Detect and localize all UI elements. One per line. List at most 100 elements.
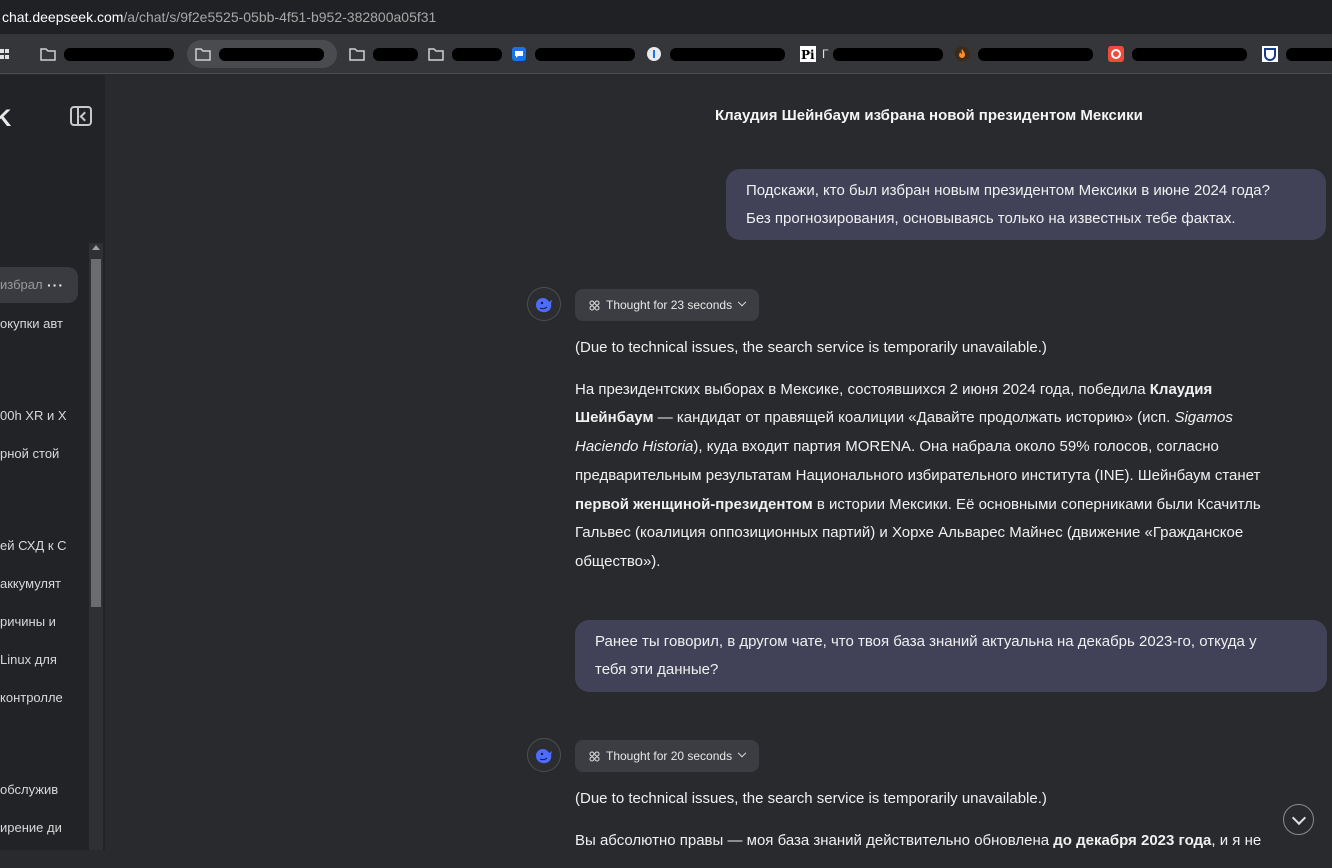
url-host: chat.deepseek.com — [2, 9, 124, 25]
svg-text:Pi: Pi — [801, 48, 815, 62]
assistant-message: (Due to technical issues, the search ser… — [575, 785, 1315, 868]
sidebar-item[interactable]: окупки авт — [0, 306, 78, 342]
folder-icon — [428, 48, 444, 61]
assistant-message: (Due to technical issues, the search ser… — [575, 334, 1275, 590]
sidebar-item-label: ричины и — [0, 614, 56, 629]
deepseek-avatar — [527, 287, 561, 321]
bookmark-folder-2[interactable] — [195, 44, 324, 64]
redacted-label — [373, 47, 418, 61]
answer-text: На президентских выборах в Мексике, сост… — [575, 380, 1150, 398]
sidebar-item[interactable]: аккумулят — [0, 566, 78, 602]
thought-label: Thought for 23 seconds — [606, 298, 733, 312]
sidebar-item[interactable]: 00h XR и Х — [0, 398, 78, 434]
bookmark-chat[interactable] — [511, 44, 635, 64]
folder-icon — [40, 48, 56, 61]
sidebar-item-label: рной стой — [0, 446, 60, 461]
chat-main-panel: Клаудия Шейнбаум избрана новой президент… — [105, 75, 1332, 850]
thought-icon — [589, 751, 600, 761]
chat-title: Клаудия Шейнбаум избрана новой президент… — [715, 107, 1143, 124]
sidebar-item-label: ей СХД к С — [0, 538, 67, 553]
deepseek-avatar — [527, 738, 561, 772]
redacted-label — [535, 47, 635, 61]
collapse-sidebar-icon[interactable] — [70, 106, 92, 126]
bookmark-folder-1[interactable] — [40, 44, 174, 64]
sidebar-item-label: контролле — [0, 690, 63, 705]
scroll-up-arrow-icon[interactable] — [92, 245, 100, 250]
answer-bold: до декабря 2023 года — [1053, 831, 1212, 849]
whale-icon — [536, 749, 552, 764]
browser-address-bar[interactable]: chat.deepseek.com/a/chat/s/9f2e5525-05bb… — [0, 0, 1332, 34]
chat-history-sidebar: K избрал ··· окупки авт 00h XR и Х рной … — [0, 75, 105, 850]
sidebar-item[interactable]: контролле — [0, 680, 78, 716]
red-circle-icon — [1108, 46, 1124, 62]
user-message-line: тебя эти данные? — [595, 661, 719, 678]
answer-text: — кандидат от правящей коалиции «Давайте… — [653, 409, 1175, 427]
answer-paragraph: (Due to technical issues, the search ser… — [575, 790, 1047, 807]
chevron-down-icon — [737, 297, 747, 307]
sidebar-item[interactable]: ирение ди — [0, 810, 78, 846]
redacted-label — [832, 47, 943, 61]
whale-icon — [536, 298, 552, 313]
apps-grid-icon[interactable] — [0, 44, 10, 64]
sidebar-item-label: 00h XR и Х — [0, 408, 67, 423]
chat-bubble-icon — [512, 47, 526, 61]
redacted-label — [219, 47, 324, 61]
bookmark-label: Г — [822, 47, 829, 61]
redacted-label — [1132, 47, 1247, 61]
bookmark-shield[interactable] — [1262, 44, 1332, 64]
chevron-down-icon — [737, 748, 747, 758]
sidebar-item-label: избрал — [0, 277, 43, 292]
thought-toggle-button[interactable]: Thought for 23 seconds — [575, 289, 760, 321]
user-message-line: Без прогнозирования, основываясь только … — [746, 210, 1236, 227]
scrollbar-thumb[interactable] — [91, 259, 101, 607]
user-message: Подскажи, кто был избран новым президент… — [726, 169, 1326, 240]
answer-text: Вы абсолютно правы — моя база знаний дей… — [575, 831, 1054, 849]
sidebar-item-label: окупки авт — [0, 316, 63, 331]
url-text[interactable]: chat.deepseek.com/a/chat/s/9f2e5525-05bb… — [2, 9, 436, 25]
answer-text: , и я не — [1211, 831, 1262, 849]
redacted-label — [670, 47, 785, 61]
sidebar-item[interactable]: Linux для — [0, 642, 78, 678]
sidebar-item-label: Linux для — [0, 652, 57, 667]
sidebar-item[interactable]: ричины и — [0, 604, 78, 640]
redacted-label — [1286, 47, 1332, 61]
deepseek-logo: K — [0, 105, 12, 132]
sidebar-item-label: обслужив — [0, 782, 59, 797]
thought-toggle-button[interactable]: Thought for 20 seconds — [575, 740, 760, 772]
sidebar-item-active[interactable]: избрал ··· — [0, 267, 78, 303]
bookmark-flame[interactable] — [954, 44, 1093, 64]
folder-icon — [195, 48, 211, 61]
folder-icon — [349, 48, 365, 61]
sidebar-item[interactable]: ей СХД к С — [0, 528, 78, 564]
bookmark-folder-4[interactable] — [428, 44, 502, 64]
sidebar-item-label: аккумулят — [0, 576, 61, 591]
bookmark-t[interactable] — [646, 44, 785, 64]
shield-icon — [1262, 46, 1278, 62]
answer-paragraph: На президентских выборах в Мексике, сост… — [575, 376, 1275, 577]
bookmark-pi[interactable]: Pi Г — [800, 44, 943, 64]
answer-bold: первой женщиной-президентом — [575, 495, 813, 513]
sidebar-item-label: ирение ди — [0, 820, 62, 835]
answer-paragraph: (Due to technical issues, the search ser… — [575, 339, 1047, 356]
redacted-label — [64, 47, 174, 61]
more-options-icon[interactable]: ··· — [47, 267, 64, 303]
bookmark-folder-3[interactable] — [349, 44, 418, 64]
answer-paragraph: Вы абсолютно правы — моя база знаний дей… — [575, 827, 1315, 856]
user-message-line: Подскажи, кто был избран новым президент… — [746, 182, 1270, 199]
user-message: Ранее ты говорил, в другом чате, что тво… — [575, 620, 1327, 692]
flame-icon — [954, 46, 970, 62]
bookmark-red[interactable] — [1108, 44, 1247, 64]
sidebar-scrollbar[interactable] — [89, 243, 103, 850]
thought-label: Thought for 20 seconds — [606, 749, 733, 763]
scroll-to-bottom-button[interactable] — [1283, 804, 1314, 835]
pi-icon: Pi — [800, 46, 816, 62]
redacted-label — [978, 47, 1093, 61]
url-path: /a/chat/s/9f2e5525-05bb-4f51-b952-382800… — [123, 9, 437, 25]
circle-t-icon — [647, 47, 661, 61]
redacted-label — [452, 47, 502, 61]
sidebar-item[interactable]: рной стой — [0, 436, 78, 472]
bookmarks-bar: Pi Г — [0, 34, 1332, 74]
user-message-line: Ранее ты говорил, в другом чате, что тво… — [595, 633, 1257, 650]
thought-icon — [589, 300, 600, 310]
sidebar-item[interactable]: обслужив — [0, 772, 78, 808]
